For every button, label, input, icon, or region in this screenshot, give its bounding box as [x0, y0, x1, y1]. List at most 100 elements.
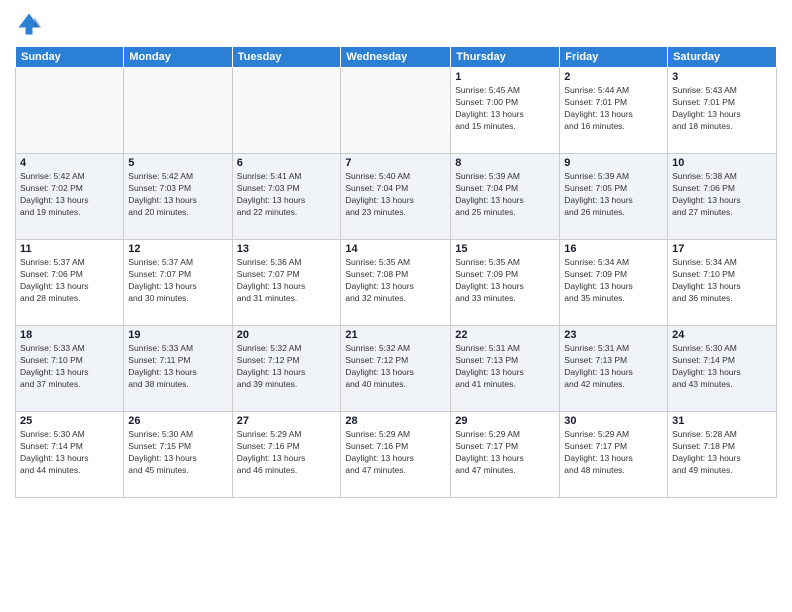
day-cell: 21 Sunrise: 5:32 AMSunset: 7:12 PMDayligh…	[341, 326, 451, 412]
day-number: 4	[20, 157, 119, 169]
logo	[15, 10, 47, 38]
col-header-tuesday: Tuesday	[232, 47, 341, 68]
day-cell: 2 Sunrise: 5:44 AMSunset: 7:01 PMDaylight…	[560, 68, 668, 154]
logo-icon	[15, 10, 43, 38]
day-number: 10	[672, 157, 772, 169]
day-cell: 27 Sunrise: 5:29 AMSunset: 7:16 PMDayligh…	[232, 412, 341, 498]
day-cell: 11 Sunrise: 5:37 AMSunset: 7:06 PMDayligh…	[16, 240, 124, 326]
page: SundayMondayTuesdayWednesdayThursdayFrid…	[0, 0, 792, 612]
day-cell: 25 Sunrise: 5:30 AMSunset: 7:14 PMDayligh…	[16, 412, 124, 498]
day-info: Sunrise: 5:39 AMSunset: 7:05 PMDaylight:…	[564, 171, 663, 219]
day-cell: 6Sunrise: 5:41 AMSunset: 7:03 PMDaylight…	[232, 154, 341, 240]
day-info: Sunrise: 5:28 AMSunset: 7:18 PMDaylight:…	[672, 429, 772, 477]
day-info: Sunrise: 5:29 AMSunset: 7:16 PMDaylight:…	[237, 429, 337, 477]
day-info: Sunrise: 5:38 AMSunset: 7:06 PMDaylight:…	[672, 171, 772, 219]
day-info: Sunrise: 5:42 AMSunset: 7:03 PMDaylight:…	[128, 171, 227, 219]
day-cell	[341, 68, 451, 154]
day-info: Sunrise: 5:29 AMSunset: 7:17 PMDaylight:…	[455, 429, 555, 477]
day-number: 3	[672, 71, 772, 83]
day-cell: 12 Sunrise: 5:37 AMSunset: 7:07 PMDayligh…	[124, 240, 232, 326]
day-info: Sunrise: 5:30 AMSunset: 7:14 PMDaylight:…	[20, 429, 119, 477]
day-number: 11	[20, 243, 119, 255]
week-row-2: 4 Sunrise: 5:42 AMSunset: 7:02 PMDaylight…	[16, 154, 777, 240]
day-info: Sunrise: 5:34 AMSunset: 7:09 PMDaylight:…	[564, 257, 663, 305]
col-header-friday: Friday	[560, 47, 668, 68]
day-number: 8	[455, 157, 555, 169]
week-row-5: 25 Sunrise: 5:30 AMSunset: 7:14 PMDayligh…	[16, 412, 777, 498]
day-info: Sunrise: 5:34 AMSunset: 7:10 PMDaylight:…	[672, 257, 772, 305]
day-cell: 19 Sunrise: 5:33 AMSunset: 7:11 PMDayligh…	[124, 326, 232, 412]
day-info: Sunrise: 5:37 AMSunset: 7:06 PMDaylight:…	[20, 257, 119, 305]
day-number: 23	[564, 329, 663, 341]
day-number: 7	[345, 157, 446, 169]
day-info: Sunrise: 5:29 AMSunset: 7:17 PMDaylight:…	[564, 429, 663, 477]
day-number: 30	[564, 415, 663, 427]
day-number: 19	[128, 329, 227, 341]
day-cell: 30 Sunrise: 5:29 AMSunset: 7:17 PMDayligh…	[560, 412, 668, 498]
day-cell: 1 Sunrise: 5:45 AMSunset: 7:00 PMDaylight…	[451, 68, 560, 154]
day-cell	[124, 68, 232, 154]
week-row-3: 11 Sunrise: 5:37 AMSunset: 7:06 PMDayligh…	[16, 240, 777, 326]
day-cell: 4 Sunrise: 5:42 AMSunset: 7:02 PMDaylight…	[16, 154, 124, 240]
day-number: 14	[345, 243, 446, 255]
day-info: Sunrise: 5:40 AMSunset: 7:04 PMDaylight:…	[345, 171, 446, 219]
day-cell: 13Sunrise: 5:36 AMSunset: 7:07 PMDayligh…	[232, 240, 341, 326]
day-info: Sunrise: 5:43 AMSunset: 7:01 PMDaylight:…	[672, 85, 772, 133]
day-cell	[232, 68, 341, 154]
day-number: 21	[345, 329, 446, 341]
day-cell: 5 Sunrise: 5:42 AMSunset: 7:03 PMDaylight…	[124, 154, 232, 240]
day-number: 9	[564, 157, 663, 169]
day-number: 17	[672, 243, 772, 255]
day-number: 25	[20, 415, 119, 427]
day-number: 28	[345, 415, 446, 427]
day-number: 15	[455, 243, 555, 255]
day-number: 5	[128, 157, 227, 169]
col-header-wednesday: Wednesday	[341, 47, 451, 68]
day-number: 18	[20, 329, 119, 341]
day-cell: 24Sunrise: 5:30 AMSunset: 7:14 PMDayligh…	[668, 326, 777, 412]
day-number: 12	[128, 243, 227, 255]
day-info: Sunrise: 5:32 AMSunset: 7:12 PMDaylight:…	[237, 343, 337, 391]
day-number: 1	[455, 71, 555, 83]
day-info: Sunrise: 5:45 AMSunset: 7:00 PMDaylight:…	[455, 85, 555, 133]
day-cell: 9 Sunrise: 5:39 AMSunset: 7:05 PMDaylight…	[560, 154, 668, 240]
day-info: Sunrise: 5:37 AMSunset: 7:07 PMDaylight:…	[128, 257, 227, 305]
day-info: Sunrise: 5:35 AMSunset: 7:08 PMDaylight:…	[345, 257, 446, 305]
header	[15, 10, 777, 38]
day-number: 29	[455, 415, 555, 427]
day-cell: 3 Sunrise: 5:43 AMSunset: 7:01 PMDaylight…	[668, 68, 777, 154]
day-cell	[16, 68, 124, 154]
day-cell: 26 Sunrise: 5:30 AMSunset: 7:15 PMDayligh…	[124, 412, 232, 498]
day-info: Sunrise: 5:42 AMSunset: 7:02 PMDaylight:…	[20, 171, 119, 219]
day-number: 16	[564, 243, 663, 255]
day-info: Sunrise: 5:39 AMSunset: 7:04 PMDaylight:…	[455, 171, 555, 219]
week-row-1: 1 Sunrise: 5:45 AMSunset: 7:00 PMDaylight…	[16, 68, 777, 154]
day-number: 31	[672, 415, 772, 427]
col-header-monday: Monday	[124, 47, 232, 68]
day-info: Sunrise: 5:31 AMSunset: 7:13 PMDaylight:…	[455, 343, 555, 391]
day-number: 6	[237, 157, 337, 169]
day-number: 27	[237, 415, 337, 427]
day-cell: 10 Sunrise: 5:38 AMSunset: 7:06 PMDayligh…	[668, 154, 777, 240]
col-header-sunday: Sunday	[16, 47, 124, 68]
week-row-4: 18Sunrise: 5:33 AMSunset: 7:10 PMDayligh…	[16, 326, 777, 412]
day-info: Sunrise: 5:33 AMSunset: 7:11 PMDaylight:…	[128, 343, 227, 391]
day-cell: 22Sunrise: 5:31 AMSunset: 7:13 PMDayligh…	[451, 326, 560, 412]
day-cell: 7 Sunrise: 5:40 AMSunset: 7:04 PMDaylight…	[341, 154, 451, 240]
col-header-thursday: Thursday	[451, 47, 560, 68]
day-info: Sunrise: 5:32 AMSunset: 7:12 PMDaylight:…	[345, 343, 446, 391]
day-info: Sunrise: 5:30 AMSunset: 7:15 PMDaylight:…	[128, 429, 227, 477]
day-cell: 15 Sunrise: 5:35 AMSunset: 7:09 PMDayligh…	[451, 240, 560, 326]
day-cell: 14 Sunrise: 5:35 AMSunset: 7:08 PMDayligh…	[341, 240, 451, 326]
day-info: Sunrise: 5:31 AMSunset: 7:13 PMDaylight:…	[564, 343, 663, 391]
day-number: 20	[237, 329, 337, 341]
day-number: 13	[237, 243, 337, 255]
day-cell: 28Sunrise: 5:29 AMSunset: 7:16 PMDayligh…	[341, 412, 451, 498]
day-info: Sunrise: 5:44 AMSunset: 7:01 PMDaylight:…	[564, 85, 663, 133]
day-cell: 16 Sunrise: 5:34 AMSunset: 7:09 PMDayligh…	[560, 240, 668, 326]
day-number: 2	[564, 71, 663, 83]
day-number: 26	[128, 415, 227, 427]
col-header-saturday: Saturday	[668, 47, 777, 68]
day-info: Sunrise: 5:35 AMSunset: 7:09 PMDaylight:…	[455, 257, 555, 305]
day-cell: 20 Sunrise: 5:32 AMSunset: 7:12 PMDayligh…	[232, 326, 341, 412]
